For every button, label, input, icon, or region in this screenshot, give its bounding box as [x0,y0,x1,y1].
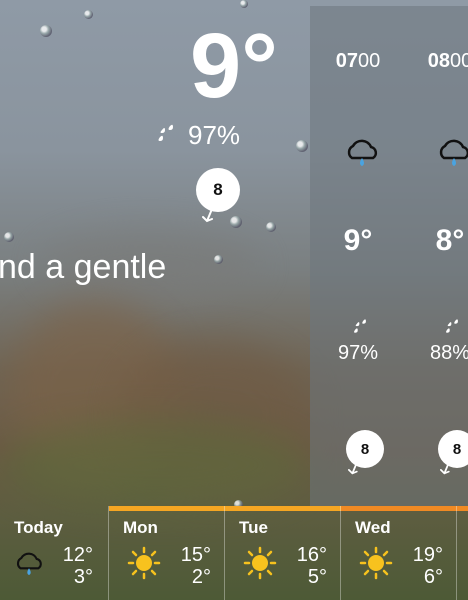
hour-humidity: 88% [429,342,468,364]
wind-direction-icon [202,208,213,223]
current-wind-badge: 8 [196,168,240,212]
day-high: 16° [296,544,327,566]
sun-icon [359,546,393,585]
hour-label: 0700 [335,50,381,72]
day-tile-wed[interactable]: Wed 19° 6° [340,506,457,600]
raindrop [214,255,223,264]
hourly-column[interactable]: 0700 9° 97% 8 [318,6,398,506]
day-tile-tue[interactable]: Tue 16° 5° [224,506,341,600]
raindrop [40,25,52,37]
day-name: Wed [355,518,391,537]
day-low: 3° [73,566,93,588]
daily-forecast: Today 12° 3° Mon 15° 2° Tue 16° 5° Wed 1… [0,506,468,600]
raindrop [84,10,93,19]
cloud-rain-icon [342,138,382,173]
day-tile-partial[interactable] [456,506,468,600]
hourly-forecast[interactable]: 0700 9° 97% 8 0800 8° 88% 8 [310,6,468,506]
day-high: 12° [62,544,93,566]
hourly-column[interactable]: 0800 8° 88% 8 [410,6,468,506]
raindrop [296,140,308,152]
current-temperature: 9° [190,15,278,117]
wind-direction-icon [440,462,450,475]
day-tile-today[interactable]: Today 12° 3° [0,506,107,600]
day-low: 2° [191,566,211,588]
humidity-icon [352,318,370,341]
weather-summary: nd a gentle [0,248,167,286]
sun-icon [127,546,161,585]
raindrop [230,216,242,228]
raindrop [4,232,14,242]
sun-icon [243,546,277,585]
day-high: 19° [412,544,443,566]
humidity-icon [156,120,178,151]
day-name: Tue [239,518,268,537]
day-bar [457,506,468,511]
wind-direction-icon [348,462,358,475]
raindrop [240,0,248,8]
day-low: 5° [307,566,327,588]
day-low: 6° [423,566,443,588]
day-tile-mon[interactable]: Mon 15° 2° [108,506,225,600]
hour-label: 0800 [427,50,468,72]
cloud-rain-icon [12,550,46,583]
day-bar [225,506,341,511]
day-bar [341,506,457,511]
day-high: 15° [180,544,211,566]
hour-humidity: 97% [337,342,379,364]
raindrop [266,222,276,232]
day-bar [109,506,225,511]
current-wind-speed: 8 [213,180,223,199]
current-humidity-value: 97% [188,120,241,150]
hour-temperature: 8° [435,224,465,257]
humidity-icon [444,318,462,341]
day-name: Today [14,518,63,537]
current-humidity: 97% [156,120,240,151]
hour-temperature: 9° [343,224,373,257]
cloud-rain-icon [434,138,468,173]
day-name: Mon [123,518,158,537]
